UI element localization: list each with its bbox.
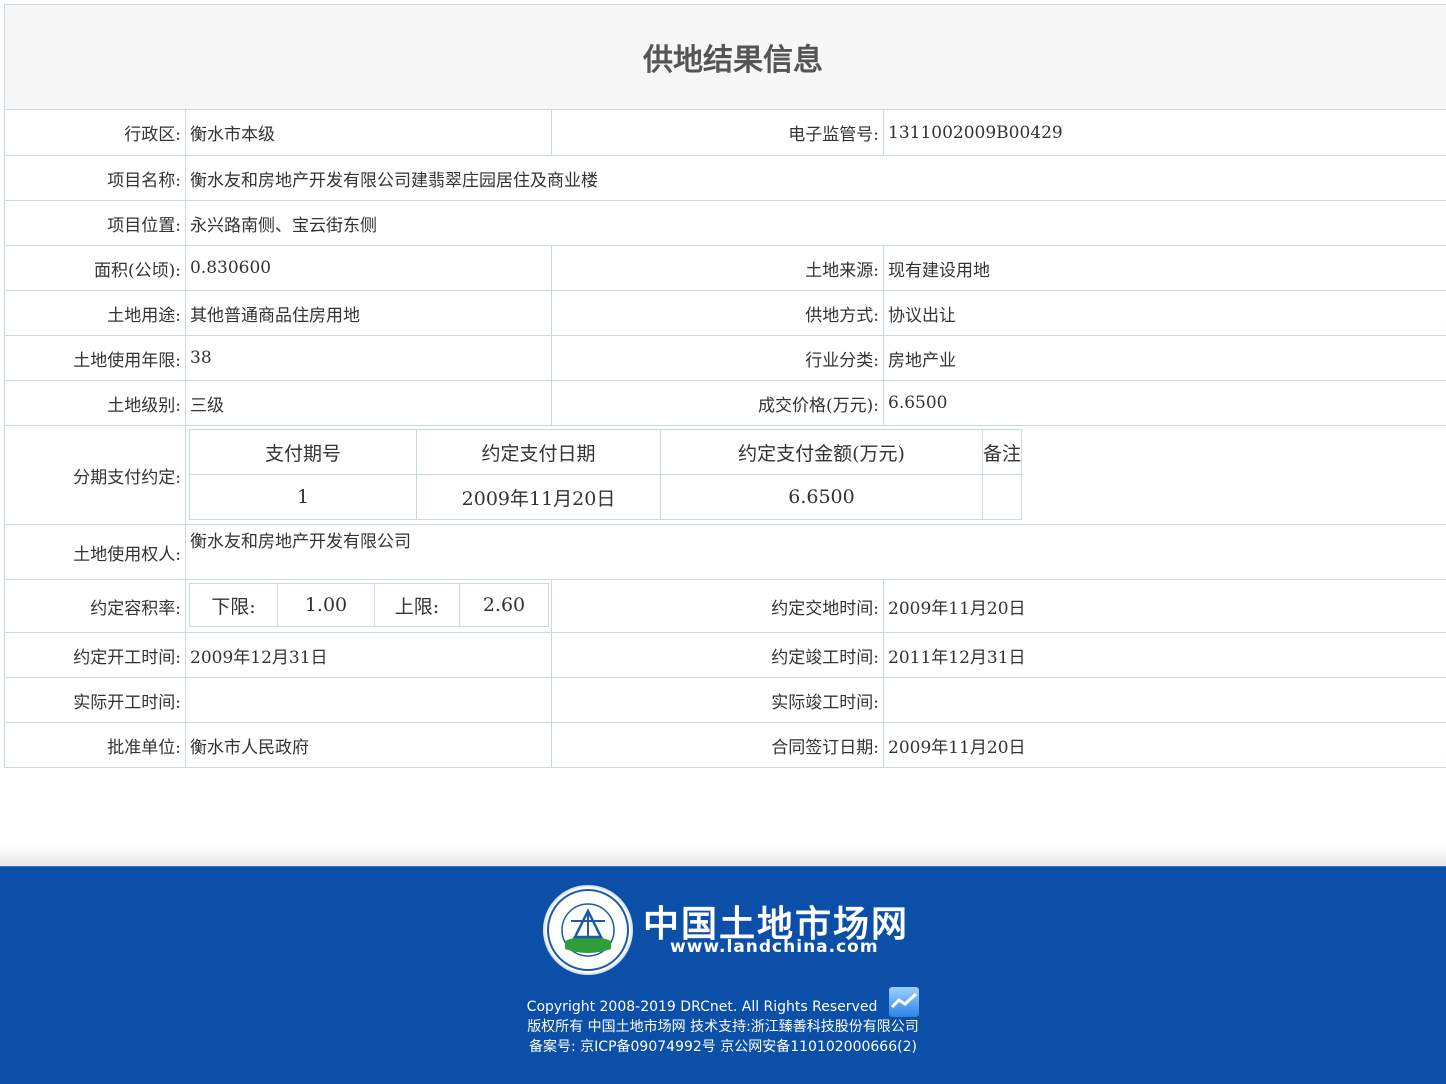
- installment-container: 支付期号 约定支付日期 约定支付金额(万元) 备注 1 2009年11月20日 …: [185, 426, 1446, 524]
- project-location-label: 项目位置:: [107, 215, 181, 236]
- price-value: 6.6500: [883, 381, 1446, 425]
- logo-url: www.landchina.com: [670, 937, 879, 957]
- use-years-label: 土地使用年限:: [73, 350, 181, 371]
- row-actual-time: 实际开工时间: 实际竣工时间:: [4, 678, 1446, 723]
- industry-value: 房地产业: [883, 336, 1446, 380]
- supervision-no-value: 1311002009B00429: [883, 110, 1446, 155]
- row-district: 行政区: 衡水市本级 电子监管号: 1311002009B00429: [4, 110, 1446, 156]
- site-logo[interactable]: 中国土地市场网 www.landchina.com: [543, 885, 923, 977]
- land-supply-info-table: 行政区: 衡水市本级 电子监管号: 1311002009B00429 项目名称:…: [4, 110, 1446, 768]
- start-label: 约定开工时间:: [73, 647, 181, 668]
- installment-header-row: 支付期号 约定支付日期 约定支付金额(万元) 备注: [189, 429, 1023, 475]
- supply-method-value: 协议出让: [883, 291, 1446, 335]
- stats-chart-icon[interactable]: [889, 987, 920, 1017]
- far-container: 下限: 1.00 上限: 2.60: [185, 580, 551, 632]
- table-row: 1 2009年11月20日 6.6500: [189, 474, 1023, 520]
- header-pay-amount: 约定支付金额(万元): [660, 429, 983, 475]
- landchina-emblem-icon: [543, 885, 633, 975]
- completion-label: 约定竣工时间:: [551, 633, 883, 677]
- land-use-label: 土地用途:: [107, 305, 181, 326]
- land-source-label: 土地来源:: [551, 246, 883, 290]
- land-user-value: 衡水友和房地产开发有限公司: [185, 525, 1446, 579]
- land-grade-value: 三级: [185, 381, 551, 425]
- area-label: 面积(公顷):: [94, 260, 181, 281]
- row-land-user: 土地使用权人: 衡水友和房地产开发有限公司: [4, 525, 1446, 580]
- approver-label: 批准单位:: [107, 737, 181, 758]
- row-start-time: 约定开工时间: 2009年12月31日 约定竣工时间: 2011年12月31日: [4, 633, 1446, 678]
- project-name-value: 衡水友和房地产开发有限公司建翡翠庄园居住及商业楼: [185, 156, 1446, 200]
- copyright-text: Copyright 2008-2019 DRCnet. All Rights R…: [526, 999, 878, 1015]
- row-land-grade: 土地级别: 三级 成交价格(万元): 6.6500: [4, 381, 1446, 426]
- price-label: 成交价格(万元):: [551, 381, 883, 425]
- area-value: 0.830600: [185, 246, 551, 290]
- row-project-name: 项目名称: 衡水友和房地产开发有限公司建翡翠庄园居住及商业楼: [4, 156, 1446, 201]
- land-source-value: 现有建设用地: [883, 246, 1446, 290]
- header-note: 备注: [981, 429, 1023, 475]
- row-land-use: 土地用途: 其他普通商品住房用地 供地方式: 协议出让: [4, 291, 1446, 336]
- far-label: 约定容积率:: [90, 598, 181, 619]
- district-value: 衡水市本级: [185, 110, 551, 155]
- industry-label: 行业分类:: [551, 336, 883, 380]
- installment-note: [981, 474, 1023, 520]
- far-row: 下限: 1.00 上限: 2.60: [189, 583, 549, 627]
- site-footer: 中国土地市场网 www.landchina.com Copyright 2008…: [0, 866, 1446, 1084]
- supply-method-label: 供地方式:: [551, 291, 883, 335]
- far-upper-label: 上限:: [374, 583, 460, 627]
- installment-date: 2009年11月20日: [416, 474, 661, 520]
- district-label: 行政区:: [124, 125, 181, 145]
- row-use-years: 土地使用年限: 38 行业分类: 房地产业: [4, 336, 1446, 381]
- row-project-location: 项目位置: 永兴路南侧、宝云街东侧: [4, 201, 1446, 246]
- rights-line: 版权所有 中国土地市场网 技术支持:浙江臻善科技股份有限公司: [527, 1019, 919, 1035]
- project-location-value: 永兴路南侧、宝云街东侧: [185, 201, 1446, 245]
- installment-table: 支付期号 约定支付日期 约定支付金额(万元) 备注 1 2009年11月20日 …: [189, 429, 1023, 520]
- row-far: 约定容积率: 下限: 1.00 上限: 2.60 约定交地时间: 2009年11…: [4, 580, 1446, 633]
- start-value: 2009年12月31日: [185, 633, 551, 677]
- installment-label: 分期支付约定:: [73, 467, 181, 488]
- contract-date-label: 合同签订日期:: [551, 723, 883, 767]
- actual-start-value: [185, 678, 551, 722]
- page-header: 供地结果信息: [4, 4, 1446, 110]
- copyright-line: Copyright 2008-2019 DRCnet. All Rights R…: [0, 987, 1446, 1017]
- approver-value: 衡水市人民政府: [185, 723, 551, 767]
- row-area: 面积(公顷): 0.830600 土地来源: 现有建设用地: [4, 246, 1446, 291]
- row-approver: 批准单位: 衡水市人民政府 合同签订日期: 2009年11月20日: [4, 723, 1446, 768]
- icp-line[interactable]: 备案号: 京ICP备09074992号 京公网安备110102000666(2): [0, 1036, 1446, 1056]
- land-grade-label: 土地级别:: [107, 395, 181, 416]
- actual-start-label: 实际开工时间:: [73, 692, 181, 713]
- completion-value: 2011年12月31日: [883, 633, 1446, 677]
- far-lower-label: 下限:: [189, 583, 278, 627]
- use-years-value: 38: [185, 336, 551, 380]
- far-upper-value: 2.60: [459, 583, 549, 627]
- project-name-label: 项目名称:: [107, 170, 181, 191]
- far-lower-value: 1.00: [277, 583, 375, 627]
- land-use-value: 其他普通商品住房用地: [185, 291, 551, 335]
- actual-completion-label: 实际竣工时间:: [551, 678, 883, 722]
- far-table: 下限: 1.00 上限: 2.60: [189, 583, 549, 627]
- land-user-label: 土地使用权人:: [73, 544, 181, 565]
- installment-amount: 6.6500: [660, 474, 983, 520]
- handover-value: 2009年11月20日: [883, 580, 1446, 632]
- supervision-no-label: 电子监管号:: [551, 110, 883, 155]
- row-installments: 分期支付约定: 支付期号 约定支付日期 约定支付金额(万元) 备注 1 2009…: [4, 426, 1446, 525]
- footer-divider: [0, 846, 1446, 866]
- header-pay-date: 约定支付日期: [416, 429, 661, 475]
- header-period-no: 支付期号: [189, 429, 417, 475]
- handover-label: 约定交地时间:: [551, 580, 883, 632]
- actual-completion-value: [883, 678, 1446, 722]
- installment-no: 1: [189, 474, 417, 520]
- page-title: 供地结果信息: [643, 43, 823, 78]
- contract-date-value: 2009年11月20日: [883, 723, 1446, 767]
